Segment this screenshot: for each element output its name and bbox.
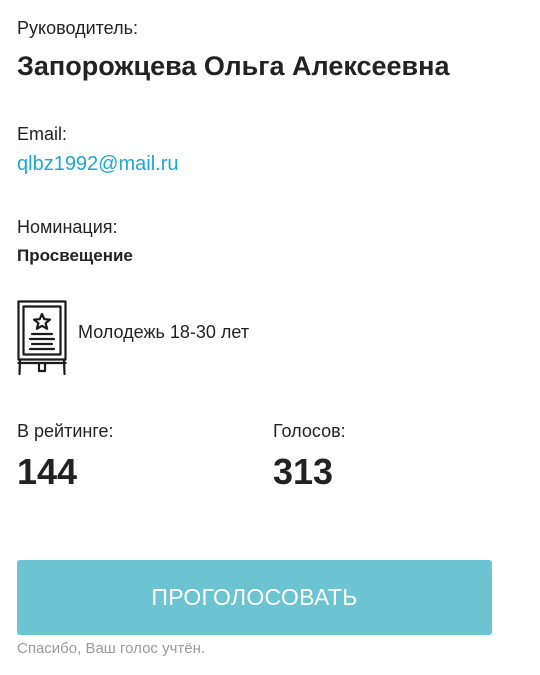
nomination-label: Номинация: [17, 217, 118, 237]
leader-name: Запорожцева Ольга Алексеевна [17, 51, 450, 81]
votes-value: 313 [273, 451, 334, 492]
leader-label: Руководитель: [17, 18, 138, 38]
certificate-easel-icon [17, 300, 67, 376]
nomination-value: Просвещение [17, 246, 133, 265]
email-label: Email: [17, 124, 68, 144]
age-category: Молодежь 18-30 лет [78, 322, 250, 342]
vote-button[interactable]: ПРОГОЛОСОВАТЬ [17, 560, 492, 635]
rating-value: 144 [17, 451, 78, 492]
votes-label: Голосов: [273, 421, 346, 441]
email-link[interactable]: qlbz1992@mail.ru [17, 152, 179, 176]
rating-label: В рейтинге: [17, 421, 114, 441]
vote-confirmation-message: Спасибо, Ваш голос учтён. [17, 640, 206, 657]
